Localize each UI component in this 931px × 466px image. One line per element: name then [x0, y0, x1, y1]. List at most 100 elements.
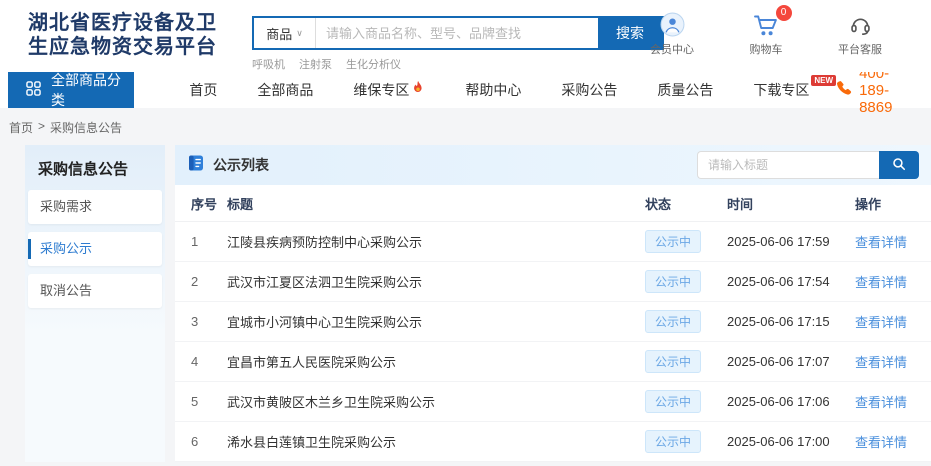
sidebar: 采购信息公告 采购需求 采购公示 取消公告: [25, 145, 165, 462]
main-navbar: 全部商品分类 首页 全部商品 维保专区 帮助中心 采购公告 质量公告 下载专区 …: [0, 72, 931, 108]
customer-service-link[interactable]: 平台客服: [831, 11, 889, 57]
cart-link[interactable]: 0 购物车: [737, 11, 795, 57]
row-time: 2025-06-06 17:07: [727, 354, 855, 369]
grid-icon: [26, 81, 41, 99]
row-no: 2: [191, 274, 227, 289]
row-title[interactable]: 武汉市江夏区法泗卫生院采购公示: [227, 272, 645, 291]
table-row: 3 宜城市小河镇中心卫生院采购公示 公示中 2025-06-06 17:15 查…: [175, 302, 931, 342]
col-no: 序号: [191, 194, 227, 213]
view-detail-link[interactable]: 查看详情: [855, 432, 915, 451]
table-header: 序号 标题 状态 时间 操作: [175, 185, 931, 222]
site-logo[interactable]: 湖北省医疗设备及卫 生应急物资交易平台: [28, 11, 217, 59]
table-row: 2 武汉市江夏区法泗卫生院采购公示 公示中 2025-06-06 17:54 查…: [175, 262, 931, 302]
table-row: 6 浠水县白莲镇卫生院采购公示 公示中 2025-06-06 17:00 查看详…: [175, 422, 931, 462]
member-center-link[interactable]: 会员中心: [643, 11, 701, 57]
logo-line1: 湖北省医疗设备及卫: [28, 11, 217, 35]
row-time: 2025-06-06 17:06: [727, 394, 855, 409]
row-time: 2025-06-06 17:15: [727, 314, 855, 329]
all-categories-button[interactable]: 全部商品分类: [8, 72, 134, 108]
search-box: 商品 ∨ 搜索: [252, 16, 664, 50]
status-badge: 公示中: [645, 350, 701, 373]
view-detail-link[interactable]: 查看详情: [855, 392, 915, 411]
title-search: [697, 151, 919, 179]
row-no: 3: [191, 314, 227, 329]
row-no: 4: [191, 354, 227, 369]
breadcrumb-separator: >: [38, 119, 45, 136]
row-no: 6: [191, 434, 227, 449]
all-categories-label: 全部商品分类: [51, 70, 134, 110]
nav-item-quality-announcements[interactable]: 质量公告: [657, 80, 713, 100]
nav-item-all-products[interactable]: 全部商品: [257, 80, 313, 100]
new-badge: NEW: [811, 75, 836, 86]
document-icon: [187, 154, 205, 177]
title-search-input[interactable]: [697, 151, 879, 179]
member-center-label: 会员中心: [650, 41, 694, 57]
row-no: 1: [191, 234, 227, 249]
row-time: 2025-06-06 17:54: [727, 274, 855, 289]
publicity-list-panel: 公示列表 序号 标题 状态 时间 操作 1: [175, 145, 931, 462]
row-title[interactable]: 江陵县疾病预防控制中心采购公示: [227, 232, 645, 251]
table-row: 1 江陵县疾病预防控制中心采购公示 公示中 2025-06-06 17:59 查…: [175, 222, 931, 262]
view-detail-link[interactable]: 查看详情: [855, 352, 915, 371]
hot-keywords: 呼吸机 注射泵 生化分析仪: [252, 56, 664, 72]
nav-item-home[interactable]: 首页: [189, 80, 217, 100]
nav-item-help-center[interactable]: 帮助中心: [465, 80, 521, 100]
row-title[interactable]: 武汉市黄陂区木兰乡卫生院采购公示: [227, 392, 645, 411]
search-category-label: 商品: [266, 24, 292, 43]
row-time: 2025-06-06 17:59: [727, 234, 855, 249]
row-no: 5: [191, 394, 227, 409]
cart-icon: 0: [753, 11, 780, 37]
hot-fire-icon: [411, 80, 425, 98]
cart-count-badge: 0: [776, 5, 792, 21]
title-search-button[interactable]: [879, 151, 919, 179]
status-badge: 公示中: [645, 390, 701, 413]
status-badge: 公示中: [645, 230, 701, 253]
search-category-dropdown[interactable]: 商品 ∨: [254, 18, 316, 48]
panel-title: 公示列表: [213, 155, 269, 175]
member-avatar-icon: [660, 11, 685, 37]
nav-item-procurement-announcements[interactable]: 采购公告: [561, 80, 617, 100]
phone-icon: [836, 80, 853, 101]
nav-item-maintenance-zone[interactable]: 维保专区: [353, 80, 425, 100]
header-quick-links: 会员中心 0 购物车 平台客服: [643, 11, 889, 57]
cart-label: 购物车: [750, 41, 783, 57]
service-hotline: 400-189-8869: [836, 72, 913, 108]
row-time: 2025-06-06 17:00: [727, 434, 855, 449]
view-detail-link[interactable]: 查看详情: [855, 232, 915, 251]
status-badge: 公示中: [645, 430, 701, 453]
phone-number[interactable]: 400-189-8869: [859, 65, 913, 116]
col-status: 状态: [645, 194, 727, 213]
sidebar-item-procurement-demand[interactable]: 采购需求: [28, 190, 162, 224]
logo-line2: 生应急物资交易平台: [28, 35, 217, 59]
view-detail-link[interactable]: 查看详情: [855, 272, 915, 291]
content-area: 采购信息公告 采购需求 采购公示 取消公告 公示列表: [0, 145, 931, 462]
magnifier-icon: [892, 157, 906, 174]
hot-keyword[interactable]: 生化分析仪: [346, 56, 401, 72]
col-action: 操作: [855, 194, 915, 213]
col-title: 标题: [227, 194, 645, 213]
breadcrumb: 首页 > 采购信息公告: [0, 108, 931, 145]
col-time: 时间: [727, 194, 855, 213]
sidebar-item-procurement-publicity[interactable]: 采购公示: [28, 232, 162, 266]
search-area: 商品 ∨ 搜索 呼吸机 注射泵 生化分析仪: [252, 16, 664, 72]
headset-icon: [849, 11, 872, 37]
table-row: 5 武汉市黄陂区木兰乡卫生院采购公示 公示中 2025-06-06 17:06 …: [175, 382, 931, 422]
row-title[interactable]: 宜昌市第五人民医院采购公示: [227, 352, 645, 371]
page-body: 首页 > 采购信息公告 采购信息公告 采购需求 采购公示 取消公告 公示列表: [0, 108, 931, 466]
row-title[interactable]: 宜城市小河镇中心卫生院采购公示: [227, 312, 645, 331]
hot-keyword[interactable]: 呼吸机: [252, 56, 285, 72]
breadcrumb-home[interactable]: 首页: [9, 119, 33, 136]
hot-keyword[interactable]: 注射泵: [299, 56, 332, 72]
nav-links: 首页 全部商品 维保专区 帮助中心 采购公告 质量公告 下载专区 NEW: [189, 72, 836, 108]
customer-service-label: 平台客服: [838, 41, 882, 57]
status-badge: 公示中: [645, 310, 701, 333]
nav-item-download-zone[interactable]: 下载专区 NEW: [753, 80, 836, 100]
chevron-down-icon: ∨: [296, 28, 303, 39]
sidebar-title: 采购信息公告: [25, 145, 165, 190]
row-title[interactable]: 浠水县白莲镇卫生院采购公示: [227, 432, 645, 451]
search-input[interactable]: [316, 18, 598, 48]
view-detail-link[interactable]: 查看详情: [855, 312, 915, 331]
sidebar-item-cancellation-announcements[interactable]: 取消公告: [28, 274, 162, 308]
panel-header: 公示列表: [175, 145, 931, 185]
site-header: 湖北省医疗设备及卫 生应急物资交易平台 商品 ∨ 搜索 呼吸机 注射泵 生化分析…: [0, 0, 931, 72]
